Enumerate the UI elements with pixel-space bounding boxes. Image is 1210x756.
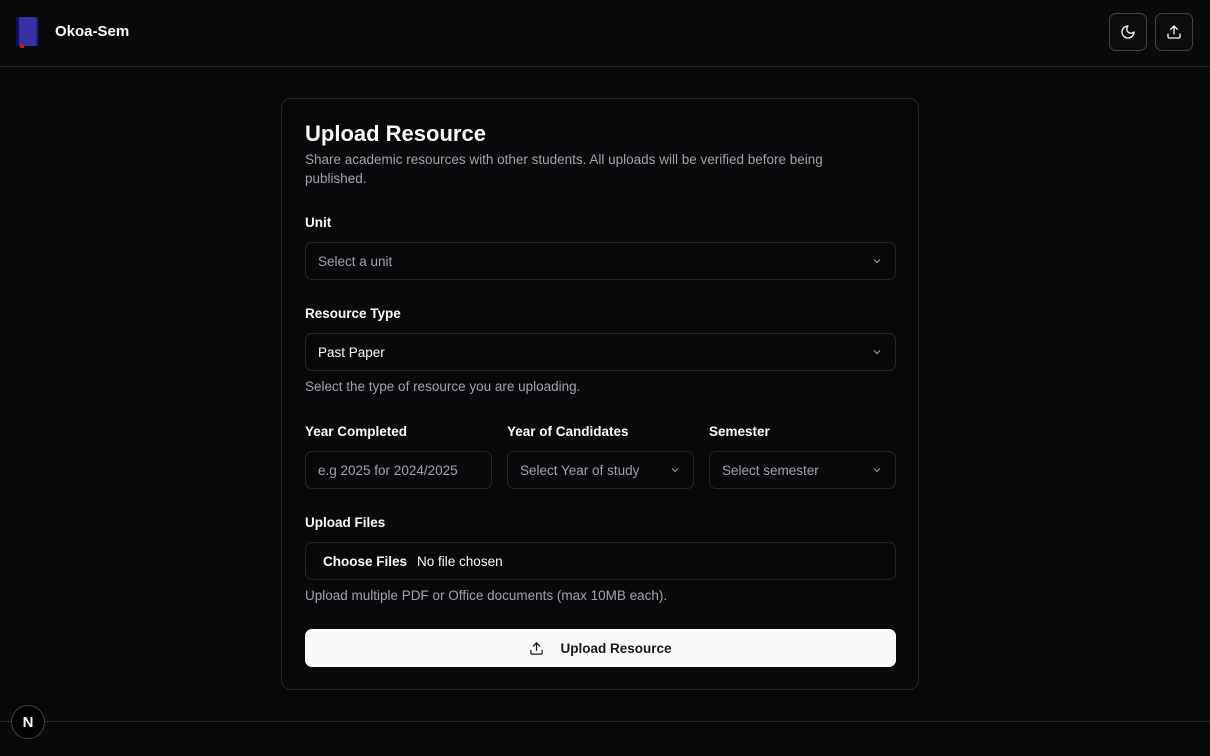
- upload-resource-card: Upload Resource Share academic resources…: [281, 98, 919, 690]
- year-of-candidates-value: Select Year of study: [520, 462, 640, 478]
- semester-select[interactable]: Select semester: [709, 451, 896, 489]
- resource-type-select-value: Past Paper: [318, 344, 385, 360]
- year-of-candidates-select[interactable]: Select Year of study: [507, 451, 694, 489]
- resource-type-label: Resource Type: [305, 306, 401, 321]
- upload-files-hint: Upload multiple PDF or Office documents …: [305, 588, 668, 603]
- book-logo-icon: [14, 16, 40, 48]
- chevron-down-icon: [873, 259, 881, 264]
- card-title: Upload Resource: [305, 121, 486, 146]
- year-of-candidates-label: Year of Candidates: [507, 424, 629, 439]
- moon-icon: [1121, 25, 1135, 39]
- card-description: Share academic resources with other stud…: [305, 152, 823, 186]
- nextjs-badge-letter: N: [22, 713, 34, 731]
- upload-files-label: Upload Files: [305, 515, 386, 530]
- chevron-down-icon: [873, 350, 881, 355]
- semester-label: Semester: [709, 424, 770, 439]
- year-completed-placeholder: e.g 2025 for 2024/2025: [318, 462, 458, 478]
- resource-type-select[interactable]: Past Paper: [305, 333, 896, 371]
- semester-value: Select semester: [722, 462, 819, 478]
- theme-toggle-button[interactable]: [1109, 13, 1147, 51]
- upload-icon: [530, 641, 544, 655]
- unit-select-value: Select a unit: [318, 253, 393, 269]
- nextjs-badge[interactable]: N: [11, 705, 45, 739]
- upload-resource-button-label: Upload Resource: [560, 640, 672, 656]
- resource-type-hint: Select the type of resource you are uplo…: [305, 379, 581, 394]
- file-input[interactable]: Choose Files No file chosen: [305, 542, 896, 580]
- footer-divider: [0, 721, 1210, 722]
- chevron-down-icon: [671, 468, 679, 473]
- brand-name[interactable]: Okoa-Sem: [55, 23, 129, 40]
- top-bar: Okoa-Sem: [0, 0, 1210, 67]
- unit-label: Unit: [305, 215, 332, 230]
- year-completed-label: Year Completed: [305, 424, 408, 439]
- upload-resource-button[interactable]: Upload Resource: [305, 629, 896, 667]
- year-completed-input[interactable]: e.g 2025 for 2024/2025: [305, 451, 492, 489]
- chevron-down-icon: [873, 468, 881, 473]
- upload-icon: [1167, 25, 1181, 39]
- unit-select[interactable]: Select a unit: [305, 242, 896, 280]
- choose-files-button[interactable]: Choose Files: [323, 554, 407, 569]
- upload-nav-button[interactable]: [1155, 13, 1193, 51]
- file-status: No file chosen: [417, 553, 503, 569]
